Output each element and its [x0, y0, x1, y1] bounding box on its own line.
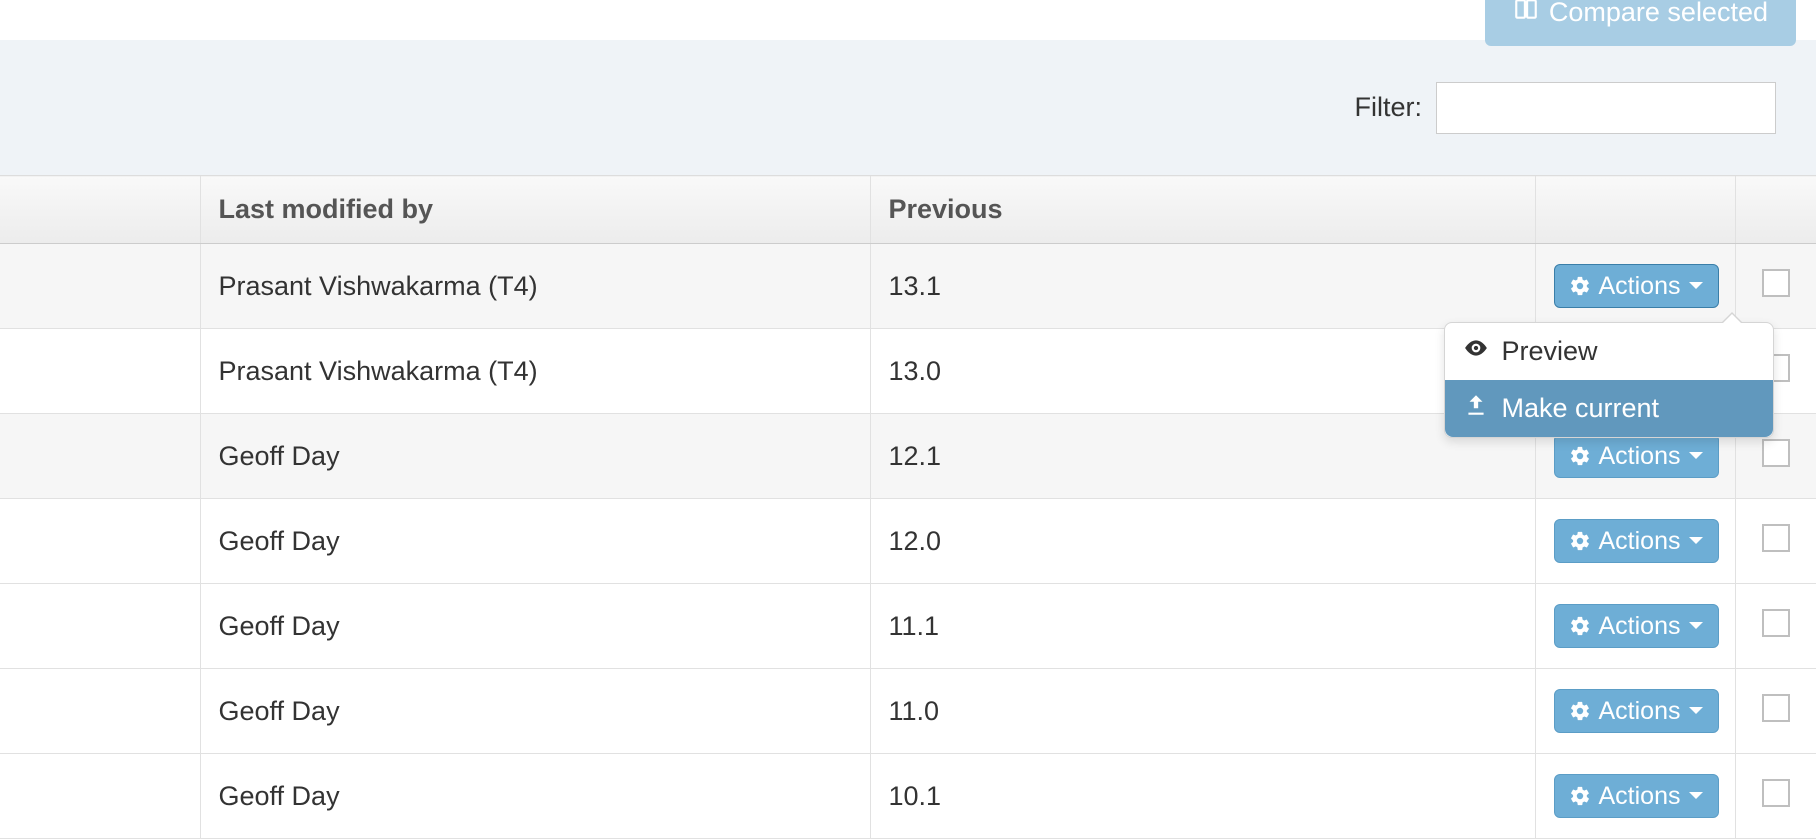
table-row: Geoff Day11.1 Actions	[0, 584, 1816, 669]
cell-blank	[0, 414, 200, 499]
cell-previous: 10.1	[870, 754, 1535, 839]
caret-down-icon	[1688, 706, 1704, 716]
table-row: Prasant Vishwakarma (T4)13.1 Actions	[0, 244, 1816, 329]
actions-button[interactable]: Actions	[1554, 604, 1720, 648]
cell-blank	[0, 329, 200, 414]
table-header-row: Last modified by Previous	[0, 176, 1816, 244]
compare-selected-label: Compare selected	[1549, 0, 1768, 28]
col-blank-left	[0, 176, 200, 244]
actions-dropdown: Preview Make current	[1444, 322, 1774, 438]
row-checkbox[interactable]	[1762, 609, 1790, 637]
cell-last-modified-by: Geoff Day	[200, 754, 870, 839]
gear-icon	[1569, 785, 1591, 807]
top-bar: Compare selected	[0, 0, 1816, 40]
cell-actions: Actions	[1535, 754, 1735, 839]
menu-item-preview-label: Preview	[1501, 336, 1597, 367]
cell-actions: Actions	[1535, 244, 1735, 329]
row-checkbox[interactable]	[1762, 439, 1790, 467]
actions-button[interactable]: Actions	[1554, 689, 1720, 733]
table-row: Geoff Day12.0 Actions	[0, 499, 1816, 584]
actions-button-label: Actions	[1599, 611, 1681, 641]
caret-down-icon	[1688, 281, 1704, 291]
cell-last-modified-by: Prasant Vishwakarma (T4)	[200, 244, 870, 329]
table-row: Geoff Day11.0 Actions	[0, 669, 1816, 754]
actions-button[interactable]: Actions	[1554, 434, 1720, 478]
cell-select	[1735, 754, 1816, 839]
menu-item-make-current[interactable]: Make current	[1445, 380, 1773, 437]
cell-previous: 13.1	[870, 244, 1535, 329]
actions-button[interactable]: Actions	[1554, 774, 1720, 818]
actions-button-label: Actions	[1599, 441, 1681, 471]
cell-last-modified-by: Geoff Day	[200, 584, 870, 669]
cell-previous: 13.0	[870, 329, 1535, 414]
cell-blank	[0, 499, 200, 584]
caret-down-icon	[1688, 621, 1704, 631]
eye-icon	[1463, 335, 1489, 368]
cell-actions: Actions	[1535, 584, 1735, 669]
cell-select	[1735, 499, 1816, 584]
cell-last-modified-by: Geoff Day	[200, 669, 870, 754]
cell-select	[1735, 244, 1816, 329]
history-table: Last modified by Previous Prasant Vishwa…	[0, 175, 1816, 839]
actions-button-label: Actions	[1599, 781, 1681, 811]
cell-blank	[0, 584, 200, 669]
cell-select	[1735, 584, 1816, 669]
col-previous[interactable]: Previous	[870, 176, 1535, 244]
actions-button[interactable]: Actions	[1554, 519, 1720, 563]
cell-blank	[0, 244, 200, 329]
filter-input[interactable]	[1436, 82, 1776, 134]
gear-icon	[1569, 275, 1591, 297]
gear-icon	[1569, 530, 1591, 552]
col-actions	[1535, 176, 1735, 244]
row-checkbox[interactable]	[1762, 779, 1790, 807]
cell-previous: 12.0	[870, 499, 1535, 584]
cell-previous: 11.0	[870, 669, 1535, 754]
cell-blank	[0, 754, 200, 839]
cell-blank	[0, 669, 200, 754]
cell-actions: Actions	[1535, 499, 1735, 584]
cell-actions: Actions	[1535, 669, 1735, 754]
actions-button-label: Actions	[1599, 696, 1681, 726]
caret-down-icon	[1688, 536, 1704, 546]
filter-label: Filter:	[1355, 92, 1423, 123]
actions-button-label: Actions	[1599, 271, 1681, 301]
cell-select	[1735, 669, 1816, 754]
cell-previous: 11.1	[870, 584, 1535, 669]
cell-last-modified-by: Geoff Day	[200, 499, 870, 584]
row-checkbox[interactable]	[1762, 524, 1790, 552]
cell-last-modified-by: Geoff Day	[200, 414, 870, 499]
cell-previous: 12.1	[870, 414, 1535, 499]
menu-item-preview[interactable]: Preview	[1445, 323, 1773, 380]
filter-bar: Filter:	[0, 40, 1816, 175]
col-select	[1735, 176, 1816, 244]
actions-button-label: Actions	[1599, 526, 1681, 556]
compare-selected-button[interactable]: Compare selected	[1485, 0, 1796, 46]
row-checkbox[interactable]	[1762, 269, 1790, 297]
menu-item-make-current-label: Make current	[1501, 393, 1659, 424]
compare-icon	[1513, 0, 1539, 29]
gear-icon	[1569, 445, 1591, 467]
table-row: Geoff Day10.1 Actions	[0, 754, 1816, 839]
actions-button[interactable]: Actions	[1554, 264, 1720, 308]
page-root: Compare selected Filter: Last modified b…	[0, 0, 1816, 839]
cell-last-modified-by: Prasant Vishwakarma (T4)	[200, 329, 870, 414]
caret-down-icon	[1688, 451, 1704, 461]
gear-icon	[1569, 700, 1591, 722]
row-checkbox[interactable]	[1762, 694, 1790, 722]
gear-icon	[1569, 615, 1591, 637]
caret-down-icon	[1688, 791, 1704, 801]
col-last-modified-by[interactable]: Last modified by	[200, 176, 870, 244]
make-current-icon	[1463, 392, 1489, 425]
